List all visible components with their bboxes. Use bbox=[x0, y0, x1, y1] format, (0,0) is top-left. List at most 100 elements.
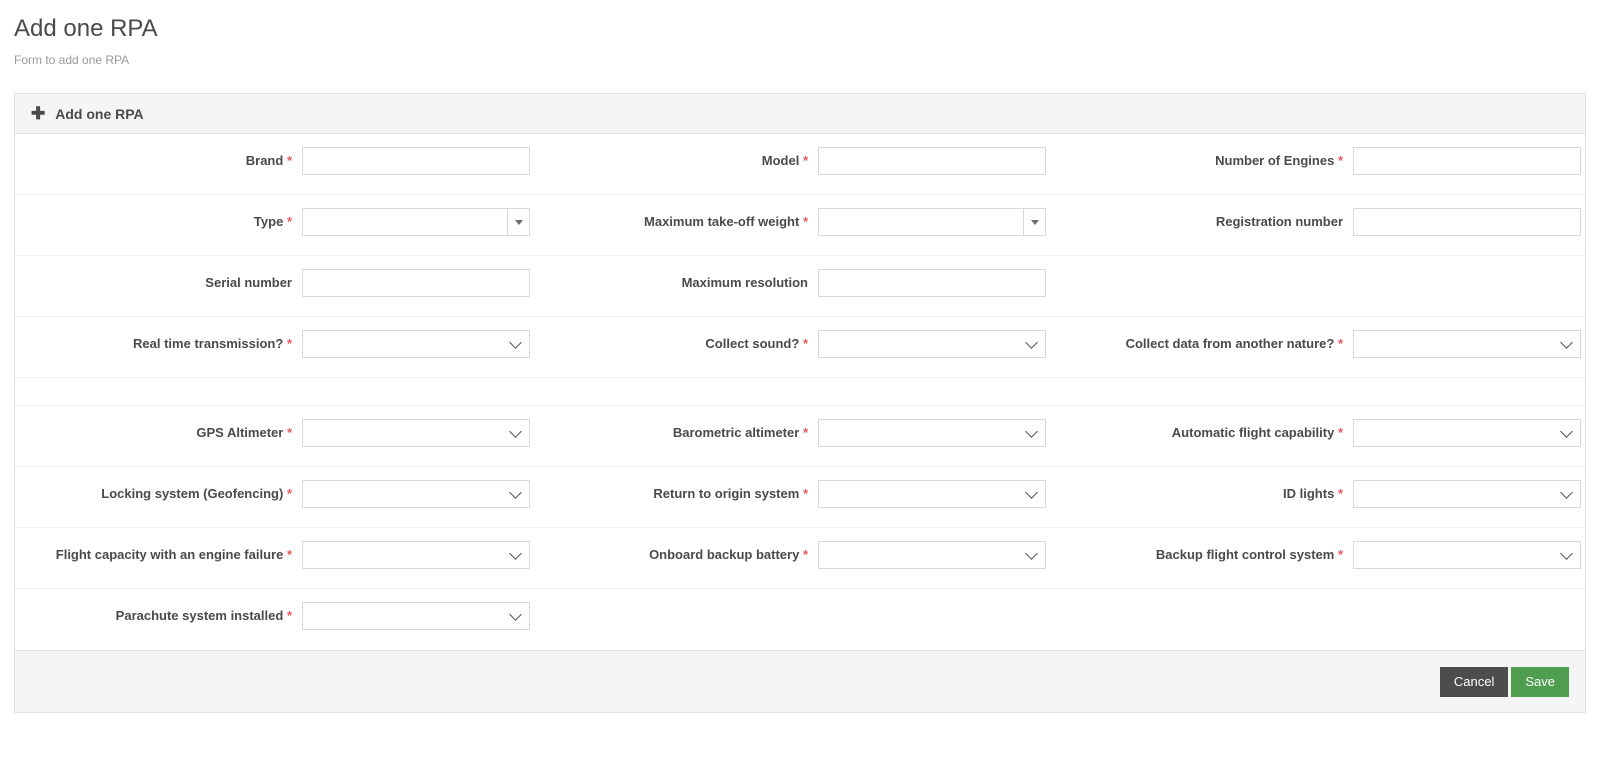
chevron-down-icon bbox=[1025, 425, 1038, 438]
required-marker: * bbox=[802, 214, 808, 229]
serial-number-input[interactable] bbox=[302, 269, 530, 297]
label-automatic-flight-capability: Automatic flight capability * bbox=[1046, 419, 1353, 441]
maximum-take-off-weight-dropdown-value[interactable] bbox=[819, 209, 1023, 235]
control-return-to-origin-system bbox=[818, 480, 1046, 508]
label-real-time-transmission: Real time transmission? * bbox=[15, 330, 302, 352]
form-field-backup-flight-control-system: Backup flight control system * bbox=[1046, 528, 1581, 582]
label-text: Brand bbox=[245, 153, 284, 168]
panel-footer: Cancel Save bbox=[15, 650, 1585, 712]
collect-sound-select[interactable] bbox=[818, 330, 1046, 358]
add-rpa-page: Add one RPA Form to add one RPA ✚ Add on… bbox=[0, 0, 1600, 766]
form-row: Locking system (Geofencing) * Return to o… bbox=[15, 467, 1585, 528]
form-row: Serial number Maximum resolution bbox=[15, 256, 1585, 317]
model-input[interactable] bbox=[818, 147, 1046, 175]
label-serial-number: Serial number bbox=[15, 269, 302, 291]
required-marker: * bbox=[286, 153, 292, 168]
brand-input[interactable] bbox=[302, 147, 530, 175]
barometric-altimeter-select[interactable] bbox=[818, 419, 1046, 447]
save-button[interactable]: Save bbox=[1511, 666, 1569, 697]
registration-number-input[interactable] bbox=[1353, 208, 1581, 236]
control-backup-flight-control-system bbox=[1353, 541, 1581, 569]
form-field-brand: Brand * bbox=[15, 134, 530, 188]
plus-icon: ✚ bbox=[31, 104, 46, 123]
onboard-backup-battery-select[interactable] bbox=[818, 541, 1046, 569]
maximum-take-off-weight-dropdown-toggle[interactable] bbox=[1023, 209, 1045, 235]
control-onboard-backup-battery bbox=[818, 541, 1046, 569]
gps-altimeter-select[interactable] bbox=[302, 419, 530, 447]
type-dropdown-value[interactable] bbox=[303, 209, 507, 235]
label-text: Real time transmission? bbox=[133, 336, 284, 351]
label-id-lights: ID lights * bbox=[1046, 480, 1353, 502]
label-parachute-system-installed: Parachute system installed * bbox=[15, 602, 302, 624]
control-gps-altimeter bbox=[302, 419, 530, 447]
required-marker: * bbox=[1337, 336, 1343, 351]
maximum-resolution-input[interactable] bbox=[818, 269, 1046, 297]
real-time-transmission-select[interactable] bbox=[302, 330, 530, 358]
control-collect-sound bbox=[818, 330, 1046, 358]
id-lights-select[interactable] bbox=[1353, 480, 1581, 508]
chevron-down-icon bbox=[1025, 336, 1038, 349]
chevron-down-icon bbox=[1560, 486, 1573, 499]
maximum-take-off-weight-dropdown[interactable] bbox=[818, 208, 1046, 236]
required-marker: * bbox=[286, 214, 292, 229]
form-field-gps-altimeter: GPS Altimeter * bbox=[15, 406, 530, 460]
control-registration-number bbox=[1353, 208, 1581, 236]
label-text: Barometric altimeter bbox=[672, 425, 800, 440]
required-marker: * bbox=[802, 486, 808, 501]
cancel-button[interactable]: Cancel bbox=[1439, 666, 1509, 697]
label-text: Locking system (Geofencing) bbox=[101, 486, 284, 501]
chevron-down-icon bbox=[1560, 547, 1573, 560]
form-field-number-of-engines: Number of Engines * bbox=[1046, 134, 1581, 188]
type-dropdown-toggle[interactable] bbox=[507, 209, 529, 235]
collect-data-from-another-nature-select[interactable] bbox=[1353, 330, 1581, 358]
label-return-to-origin-system: Return to origin system * bbox=[530, 480, 818, 502]
form-cell-empty bbox=[1046, 256, 1581, 282]
form-row: GPS Altimeter * Barometric altimeter * Aut… bbox=[15, 406, 1585, 467]
backup-flight-control-system-select[interactable] bbox=[1353, 541, 1581, 569]
chevron-down-icon bbox=[509, 336, 522, 349]
chevron-down-icon bbox=[1025, 547, 1038, 560]
flight-capacity-with-an-engine-failure-select[interactable] bbox=[302, 541, 530, 569]
form-field-collect-sound: Collect sound? * bbox=[530, 317, 1046, 371]
number-of-engines-input[interactable] bbox=[1353, 147, 1581, 175]
required-marker: * bbox=[802, 547, 808, 562]
label-collect-sound: Collect sound? * bbox=[530, 330, 818, 352]
label-text: Backup flight control system bbox=[1155, 547, 1335, 562]
label-maximum-resolution: Maximum resolution bbox=[530, 269, 818, 291]
label-text: GPS Altimeter bbox=[196, 425, 284, 440]
label-text: Return to origin system bbox=[653, 486, 800, 501]
form-row-spacer bbox=[15, 378, 1585, 406]
automatic-flight-capability-select[interactable] bbox=[1353, 419, 1581, 447]
form-field-maximum-take-off-weight: Maximum take-off weight * bbox=[530, 195, 1046, 249]
form-field-real-time-transmission: Real time transmission? * bbox=[15, 317, 530, 371]
locking-system-geofencing-select[interactable] bbox=[302, 480, 530, 508]
control-flight-capacity-with-an-engine-failure bbox=[302, 541, 530, 569]
required-marker: * bbox=[286, 486, 292, 501]
form-field-automatic-flight-capability: Automatic flight capability * bbox=[1046, 406, 1581, 460]
label-text: Maximum resolution bbox=[681, 275, 808, 290]
required-marker: * bbox=[802, 153, 808, 168]
form-field-id-lights: ID lights * bbox=[1046, 467, 1581, 521]
form-field-registration-number: Registration number bbox=[1046, 195, 1581, 249]
label-text: Collect data from another nature? bbox=[1125, 336, 1335, 351]
label-onboard-backup-battery: Onboard backup battery * bbox=[530, 541, 818, 563]
control-type bbox=[302, 208, 530, 236]
form-field-barometric-altimeter: Barometric altimeter * bbox=[530, 406, 1046, 460]
form-row: Parachute system installed * bbox=[15, 589, 1585, 650]
required-marker: * bbox=[1337, 547, 1343, 562]
type-dropdown[interactable] bbox=[302, 208, 530, 236]
label-text: Flight capacity with an engine failure bbox=[55, 547, 284, 562]
chevron-down-icon bbox=[509, 547, 522, 560]
label-flight-capacity-with-an-engine-failure: Flight capacity with an engine failure * bbox=[15, 541, 302, 563]
chevron-down-icon bbox=[509, 486, 522, 499]
label-collect-data-from-another-nature: Collect data from another nature? * bbox=[1046, 330, 1353, 352]
control-barometric-altimeter bbox=[818, 419, 1046, 447]
panel-title: Add one RPA bbox=[55, 105, 144, 122]
label-text: Collect sound? bbox=[705, 336, 800, 351]
label-text: Automatic flight capability bbox=[1171, 425, 1335, 440]
form-field-collect-data-from-another-nature: Collect data from another nature? * bbox=[1046, 317, 1581, 371]
form-field-maximum-resolution: Maximum resolution bbox=[530, 256, 1046, 310]
form-field-flight-capacity-with-an-engine-failure: Flight capacity with an engine failure * bbox=[15, 528, 530, 582]
return-to-origin-system-select[interactable] bbox=[818, 480, 1046, 508]
parachute-system-installed-select[interactable] bbox=[302, 602, 530, 630]
